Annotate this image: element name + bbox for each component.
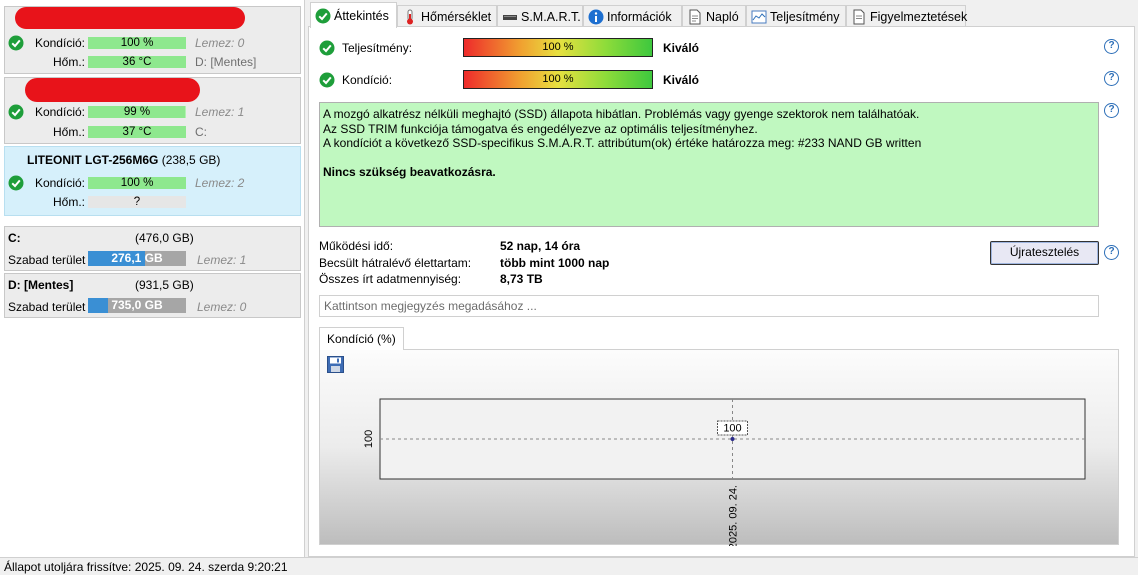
temperature-label: Hőm.: (52, 195, 85, 209)
disk-number: Lemez: 2 (195, 176, 245, 190)
status-description: A mozgó alkatrész nélküli meghajtó (SSD)… (319, 102, 1099, 227)
disk-card-2[interactable]: LITEONIT LGT-256M6G (238,5 GB) Kondíció:… (4, 146, 301, 216)
action-text: Nincs szükség beavatkozásra. (323, 164, 496, 179)
temperature-label: Hőm.: (52, 125, 85, 139)
check-circle-icon (319, 72, 335, 88)
thermometer-icon (407, 9, 413, 25)
condition-rating: Kiváló (663, 73, 700, 87)
help-icon[interactable]: ? (1104, 39, 1119, 54)
overview-panel: Teljesítmény: 100 % Kiváló ? Kondíció: 1… (308, 26, 1135, 557)
free-space-label: Szabad terület (8, 253, 86, 267)
volume-name: D: [Mentes] (8, 278, 74, 292)
drive-letter: C: (195, 125, 207, 139)
performance-label: Teljesítmény: (342, 41, 413, 55)
alerts-icon (853, 9, 865, 25)
redaction-mark (25, 78, 200, 102)
uptime-label: Működési idő: (319, 239, 394, 253)
disk-list-panel: Kondíció: 100 % Lemez: 0 Hőm.: 36 °C D: … (0, 0, 305, 557)
free-space-bar: 276,1 GB (88, 251, 186, 266)
condition-label: Kondíció: (342, 73, 393, 87)
condition-label: Kondíció: (34, 176, 85, 190)
tab-condition-chart[interactable]: Kondíció (%) (319, 327, 404, 350)
lifetime-value: több mint 1000 nap (500, 256, 610, 270)
performance-chart-icon (751, 10, 767, 24)
help-icon[interactable]: ? (1104, 245, 1119, 260)
uptime-value: 52 nap, 14 óra (500, 239, 581, 253)
x-tick-label: 2025. 09. 24. (728, 485, 740, 546)
status-bar: Állapot utoljára frissítve: 2025. 09. 24… (0, 557, 1138, 575)
disk-number: Lemez: 1 (195, 105, 245, 119)
retest-button[interactable]: Újratesztelés (990, 241, 1099, 265)
condition-gauge: 100 % (463, 70, 653, 89)
disk-card-1[interactable]: Kondíció: 99 % Lemez: 1 Hőm.: 37 °C C: (4, 77, 301, 144)
disk-number: Lemez: 0 (195, 36, 245, 50)
lifetime-label: Becsült hátralévő élettartam: (319, 256, 472, 270)
check-circle-icon (315, 8, 331, 24)
temperature-bar: 37 °C (88, 126, 186, 138)
disk-number: Lemez: 1 (197, 253, 247, 267)
temperature-label: Hőm.: (52, 55, 85, 69)
check-circle-icon (319, 40, 335, 56)
info-icon (588, 9, 604, 25)
info-line: A kondíciót a következő SSD-specifikus S… (323, 136, 922, 150)
document-icon (689, 9, 701, 25)
help-icon[interactable]: ? (1104, 71, 1119, 86)
drive-letter: D: [Mentes] (195, 55, 257, 69)
y-tick-label: 100 (363, 430, 375, 448)
condition-label: Kondíció: (34, 36, 85, 50)
tab-overview[interactable]: Áttekintés (310, 2, 397, 28)
disk-card-0[interactable]: Kondíció: 100 % Lemez: 0 Hőm.: 36 °C D: … (4, 6, 301, 74)
condition-bar: 100 % (88, 37, 186, 49)
tab-alerts[interactable]: Figyelmeztetések (846, 5, 967, 27)
drive-icon (503, 15, 517, 20)
volume-size: (931,5 GB) (135, 278, 194, 292)
tab-information[interactable]: Információk (583, 5, 682, 27)
uptime-row: Működési idő: 52 nap, 14 óra (319, 239, 580, 253)
volume-size: (476,0 GB) (135, 231, 194, 245)
condition-bar: 100 % (88, 177, 186, 189)
performance-gauge: 100 % (463, 38, 653, 57)
condition-chart: 100 100 2025. 09. 24. (363, 398, 1086, 546)
temperature-bar: ? (88, 196, 186, 208)
volume-card-c[interactable]: C: (476,0 GB) Szabad terület 276,1 GB Le… (4, 226, 301, 271)
chart-area: 100 100 2025. 09. 24. (319, 349, 1119, 546)
info-line: Az SSD TRIM funkciója támogatva és enged… (323, 121, 758, 136)
tab-temperature[interactable]: Hőmérséklet (397, 5, 497, 27)
disk-title: LITEONIT LGT-256M6G (238,5 GB) (27, 153, 221, 167)
comment-input[interactable]: Kattintson megjegyzés megadásához ... (319, 295, 1099, 317)
info-line: A mozgó alkatrész nélküli meghajtó (SSD)… (323, 107, 920, 121)
free-space-bar: 735,0 GB (88, 298, 186, 313)
tab-performance[interactable]: Teljesítmény (746, 5, 846, 27)
volume-name: C: (8, 231, 21, 245)
data-label: 100 (723, 423, 741, 435)
written-label: Összes írt adatmennyiség: (319, 272, 462, 286)
tab-log[interactable]: Napló (682, 5, 746, 27)
performance-row: Teljesítmény: 100 % Kiváló (309, 37, 729, 59)
free-space-label: Szabad terület (8, 300, 86, 314)
condition-row: Kondíció: 100 % Kiváló (309, 69, 729, 91)
redaction-mark (15, 7, 245, 29)
data-point (730, 437, 735, 441)
tab-smart[interactable]: S.M.A.R.T. (497, 5, 583, 27)
temperature-bar: 36 °C (88, 56, 186, 68)
condition-bar: 99 % (88, 106, 186, 118)
condition-label: Kondíció: (34, 105, 85, 119)
lifetime-row: Becsült hátralévő élettartam: több mint … (319, 256, 609, 270)
performance-rating: Kiváló (663, 41, 700, 55)
written-row: Összes írt adatmennyiség: 8,73 TB (319, 272, 543, 286)
help-icon[interactable]: ? (1104, 103, 1119, 118)
volume-card-d[interactable]: D: [Mentes] (931,5 GB) Szabad terület 73… (4, 273, 301, 318)
written-value: 8,73 TB (500, 272, 543, 286)
disk-number: Lemez: 0 (197, 300, 247, 314)
